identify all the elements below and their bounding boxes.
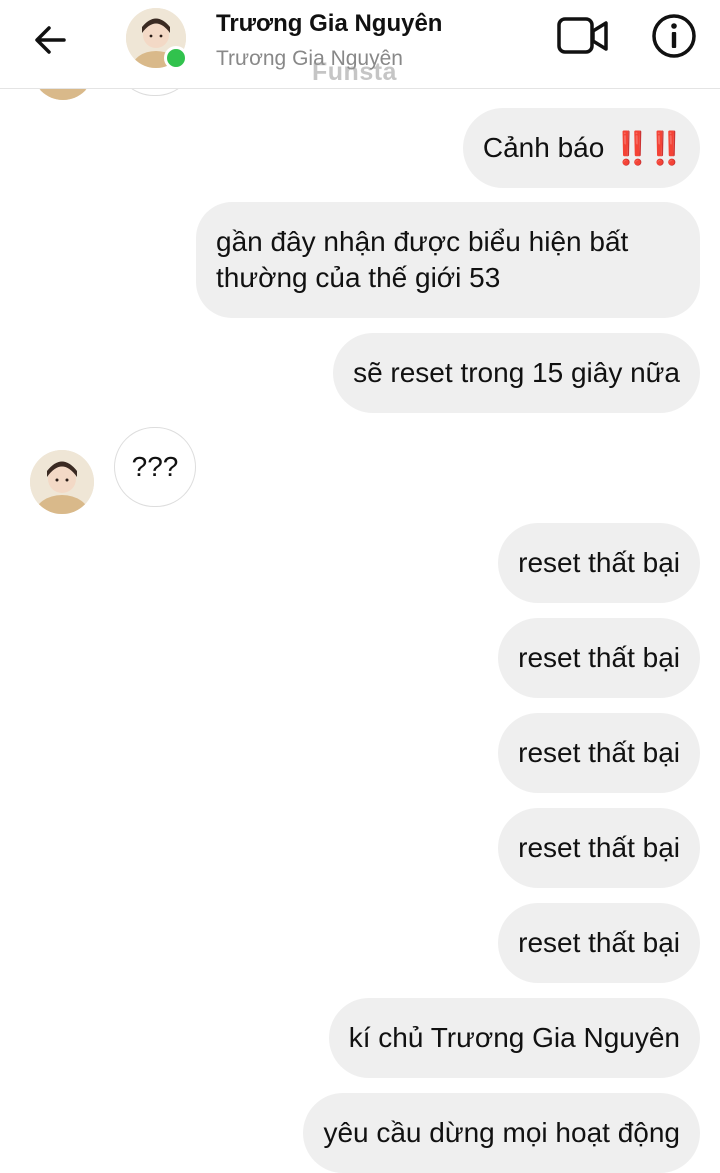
- message-bubble-outgoing[interactable]: reset thất bại: [498, 808, 700, 888]
- message-text: sẽ reset trong 15 giây nữa: [353, 357, 680, 388]
- message-text: reset thất bại: [518, 547, 680, 578]
- message-bubble-outgoing[interactable]: reset thất bại: [498, 903, 700, 983]
- message-text: kí chủ Trương Gia Nguyên: [348, 1022, 680, 1053]
- video-camera-icon: [557, 17, 608, 54]
- message-text: ???: [131, 451, 179, 482]
- message-text: reset thất bại: [518, 642, 680, 673]
- message-text: reset thất bại: [518, 737, 680, 768]
- message-text: gần đây nhận được biểu hiện bất thường c…: [216, 226, 629, 293]
- double-exclamation-icon: ‼️‼️: [612, 130, 686, 166]
- online-status-indicator: [164, 46, 188, 70]
- message-text: Cảnh báo: [482, 132, 605, 163]
- watermark-text: Funsta: [312, 58, 397, 86]
- info-button[interactable]: [650, 12, 698, 60]
- message-bubble-outgoing[interactable]: reset thất bại: [498, 618, 700, 698]
- back-button[interactable]: [28, 18, 72, 62]
- contact-avatar[interactable]: [30, 450, 94, 514]
- message-bubble-incoming[interactable]: ???: [114, 427, 196, 507]
- message-bubble-outgoing[interactable]: gần đây nhận được biểu hiện bất thường c…: [196, 202, 700, 318]
- message-bubble-outgoing[interactable]: kí chủ Trương Gia Nguyên: [328, 998, 700, 1078]
- header-avatar[interactable]: [126, 8, 188, 70]
- contact-name[interactable]: Trương Gia Nguyên: [216, 10, 442, 38]
- arrow-left-icon: [35, 26, 66, 54]
- message-bubble-outgoing[interactable]: reset thất bại: [498, 713, 700, 793]
- message-text: yêu cầu dừng mọi hoạt động: [323, 1117, 680, 1148]
- message-bubble-outgoing[interactable]: yêu cầu dừng mọi hoạt động: [303, 1093, 700, 1173]
- chat-header: Trương Gia Nguyên Trương Gia Nguyên Funs…: [0, 0, 720, 89]
- message-bubble-outgoing[interactable]: sẽ reset trong 15 giây nữa: [333, 333, 700, 413]
- info-icon: [652, 14, 696, 58]
- message-text: reset thất bại: [518, 832, 680, 863]
- message-text: reset thất bại: [518, 927, 680, 958]
- message-bubble-outgoing[interactable]: reset thất bại: [498, 523, 700, 603]
- video-call-button[interactable]: [556, 14, 610, 58]
- message-bubble-outgoing[interactable]: Cảnh báo ‼️‼️: [462, 108, 700, 188]
- chat-screen: Trương Gia Nguyên Trương Gia Nguyên Funs…: [0, 0, 720, 1173]
